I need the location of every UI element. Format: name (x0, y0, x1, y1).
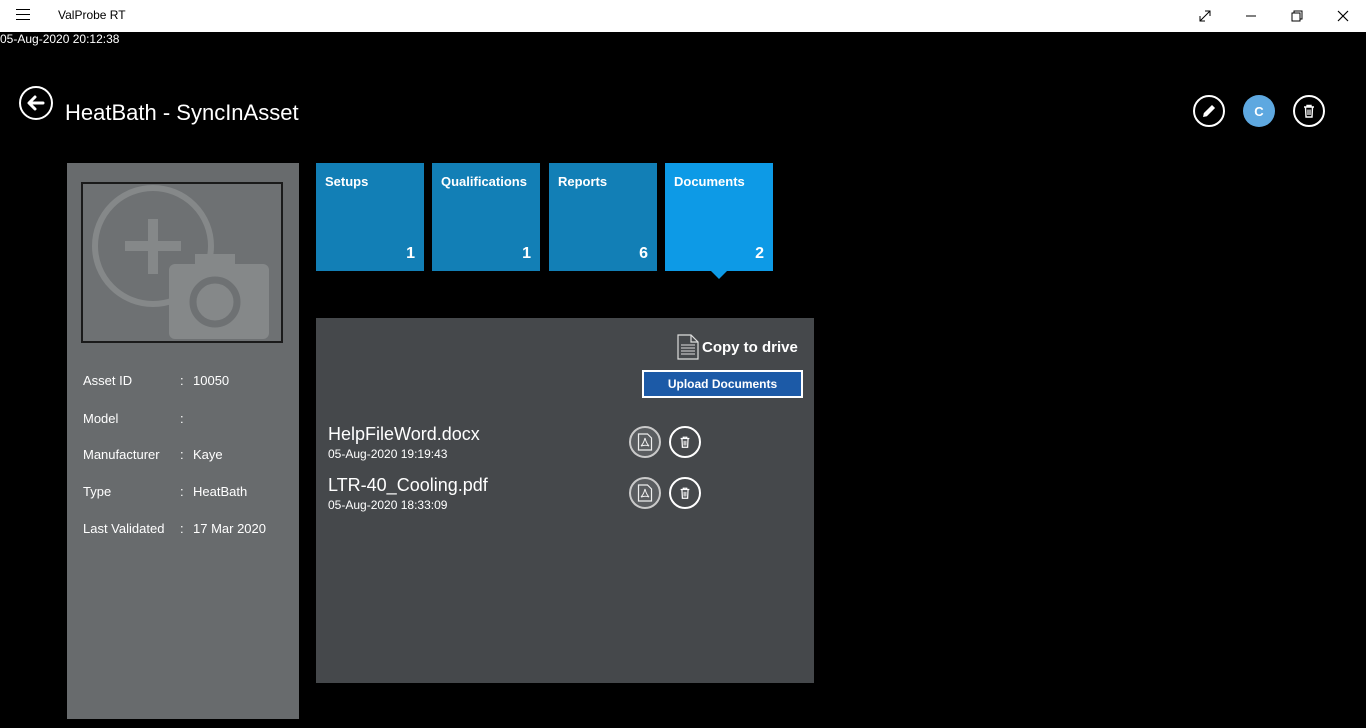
tile-count: 1 (406, 245, 415, 262)
view-pdf-button[interactable] (629, 426, 661, 458)
current-datetime: 05-Aug-2020 20:12:38 (0, 32, 120, 46)
document-row[interactable]: HelpFileWord.docx 05-Aug-2020 19:19:43 (328, 424, 798, 470)
document-name: LTR-40_Cooling.pdf (328, 475, 488, 495)
tile-count: 1 (522, 245, 531, 262)
delete-document-button[interactable] (669, 477, 701, 509)
copy-to-drive-button[interactable]: Copy to drive (676, 334, 798, 360)
trash-icon (680, 436, 690, 448)
page-title: HeatBath - SyncInAsset (65, 100, 299, 125)
pencil-icon (1203, 104, 1216, 117)
delete-document-button[interactable] (669, 426, 701, 458)
app-title: ValProbe RT (58, 8, 126, 22)
document-date: 05-Aug-2020 18:33:09 (328, 498, 448, 512)
restore-icon[interactable] (1274, 0, 1320, 32)
manufacturer-value: Kaye (193, 447, 223, 462)
user-avatar[interactable]: C (1243, 95, 1275, 127)
asset-info-panel: Asset ID:10050 Model: Manufacturer: Kaye … (67, 163, 299, 719)
tile-qualifications[interactable]: Qualifications 1 (432, 163, 540, 271)
title-bar: ValProbe RT (0, 0, 1366, 32)
arrow-left-icon (27, 95, 45, 111)
edit-button[interactable] (1193, 95, 1225, 127)
add-photo-icon (92, 185, 269, 339)
view-pdf-button[interactable] (629, 477, 661, 509)
document-name: HelpFileWord.docx (328, 424, 480, 444)
document-date: 05-Aug-2020 19:19:43 (328, 447, 448, 461)
tile-setups[interactable]: Setups 1 (316, 163, 424, 271)
upload-documents-button[interactable]: Upload Documents (642, 370, 803, 398)
active-tile-pointer (711, 271, 727, 279)
tile-documents[interactable]: Documents 2 (665, 163, 773, 271)
tile-count: 6 (639, 245, 648, 262)
trash-icon (1304, 104, 1314, 118)
add-photo-button[interactable] (81, 182, 283, 343)
document-row[interactable]: LTR-40_Cooling.pdf 05-Aug-2020 18:33:09 (328, 475, 798, 521)
tile-reports[interactable]: Reports 6 (549, 163, 657, 271)
type-value: HeatBath (193, 484, 248, 499)
trash-icon (680, 487, 690, 499)
last-validated-value: 17 Mar 2020 (193, 521, 266, 536)
minimize-icon[interactable] (1228, 0, 1274, 32)
close-icon[interactable] (1320, 0, 1366, 32)
pdf-icon (637, 484, 653, 502)
documents-panel: Copy to drive Upload Documents HelpFileW… (316, 318, 814, 683)
asset-id-value: 10050 (193, 373, 230, 388)
delete-asset-button[interactable] (1293, 95, 1325, 127)
document-copy-icon (677, 334, 699, 360)
hamburger-menu-icon[interactable] (16, 9, 30, 21)
pdf-icon (637, 433, 653, 451)
back-button[interactable] (19, 86, 53, 120)
tile-count: 2 (755, 245, 764, 262)
fullscreen-icon[interactable] (1182, 0, 1228, 32)
